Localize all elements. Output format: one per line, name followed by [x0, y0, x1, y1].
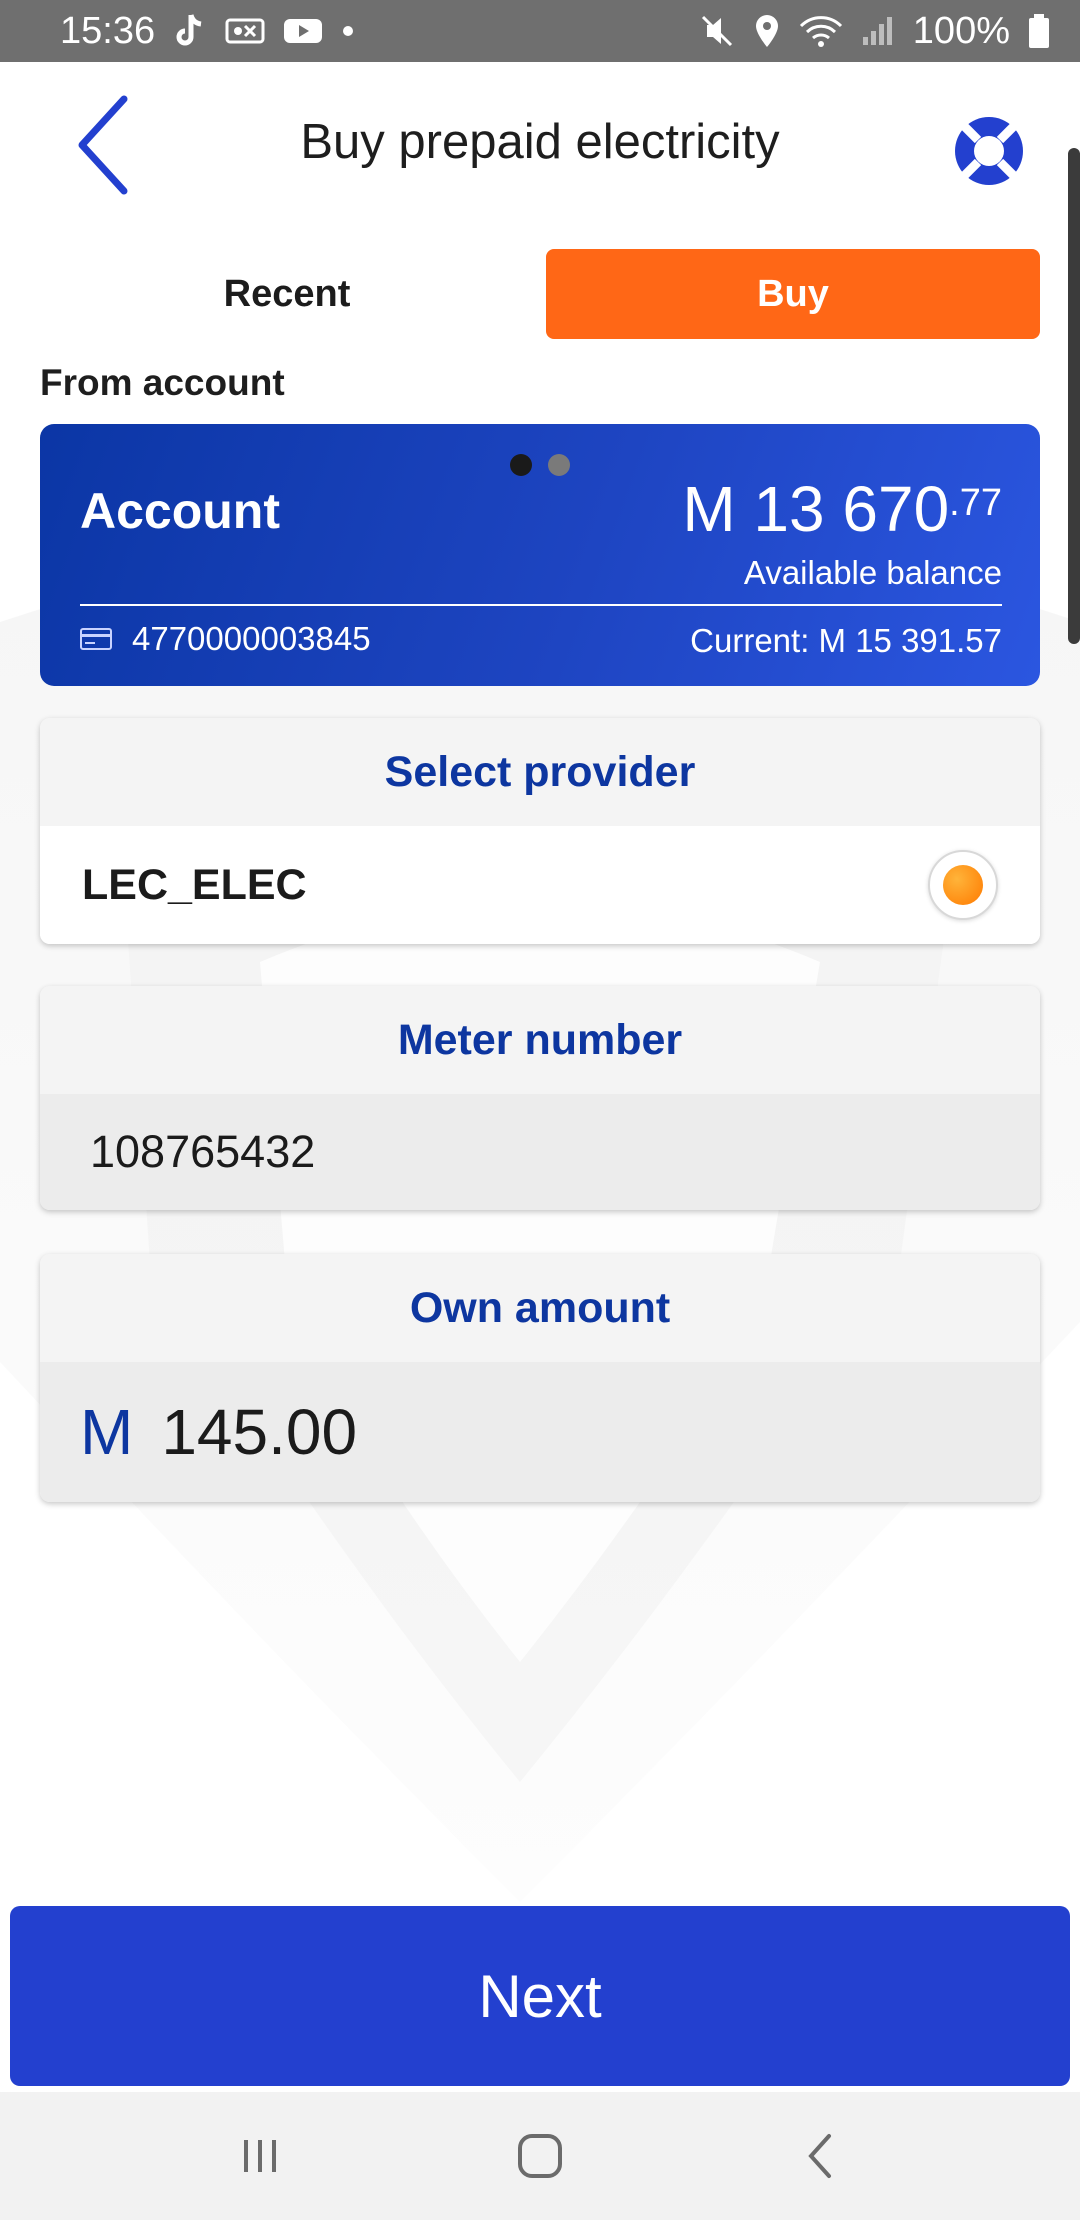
account-divider: [80, 604, 1002, 606]
provider-radio[interactable]: [928, 850, 998, 920]
provider-panel: Select provider LEC_ELEC: [40, 718, 1040, 944]
status-bar: 15:36 100%: [0, 0, 1080, 62]
radio-selected-dot: [943, 865, 983, 905]
signal-icon: [861, 15, 895, 47]
chevron-left-icon: [78, 95, 128, 195]
account-name: Account: [80, 483, 280, 539]
back-icon: [808, 2134, 831, 2178]
provider-option[interactable]: LEC_ELEC: [40, 826, 1040, 944]
meter-heading: Meter number: [40, 986, 1040, 1094]
card-icon: [80, 628, 112, 650]
pager-dot-active[interactable]: [510, 454, 532, 476]
recents-button[interactable]: [200, 2106, 320, 2206]
mute-icon: [699, 13, 735, 49]
youtube-icon: [283, 16, 323, 46]
account-number: 4770000003845: [132, 620, 371, 657]
app-header: Buy prepaid electricity: [0, 62, 1080, 232]
home-button[interactable]: [480, 2106, 600, 2206]
system-back-button[interactable]: [760, 2106, 880, 2206]
back-button[interactable]: [62, 90, 142, 200]
help-button[interactable]: [950, 112, 1028, 190]
page-title: Buy prepaid electricity: [300, 115, 780, 169]
battery-icon: [1028, 13, 1050, 49]
amount-input[interactable]: [161, 1395, 1000, 1469]
status-time: 15:36: [60, 9, 156, 52]
balance-main: M 13 670: [682, 473, 950, 545]
recents-icon: [244, 2140, 276, 2172]
tab-bar: Recent Buy: [40, 249, 1040, 339]
tiktok-icon: [173, 13, 207, 49]
account-number-row: 4770000003845: [80, 620, 371, 658]
available-balance-amount: M 13 670.77: [682, 472, 1002, 546]
lifebuoy-icon: [955, 117, 1023, 185]
account-card[interactable]: Account M 13 670.77 Available balance 47…: [40, 424, 1040, 686]
available-balance-caption: Available balance: [743, 554, 1002, 591]
screen-content: Buy prepaid electricity Recent Buy From …: [0, 62, 1080, 2092]
amount-panel: Own amount M: [40, 1254, 1040, 1502]
meter-field-row: [40, 1094, 1040, 1210]
meter-panel: Meter number: [40, 986, 1040, 1210]
tab-recent[interactable]: Recent: [40, 249, 534, 339]
dot-icon: [341, 24, 355, 38]
provider-heading: Select provider: [40, 718, 1040, 826]
location-icon: [753, 13, 781, 49]
meter-number-input[interactable]: [90, 1126, 990, 1178]
status-bar-right: 100%: [699, 10, 1050, 53]
amount-field-row: M: [40, 1362, 1040, 1502]
voicemail-icon: [225, 16, 265, 46]
battery-percent: 100%: [912, 9, 1010, 52]
status-bar-left: 15:36: [60, 10, 355, 53]
provider-name: LEC_ELEC: [82, 860, 307, 909]
currency-symbol: M: [80, 1396, 134, 1468]
from-account-label: From account: [40, 362, 285, 403]
amount-heading: Own amount: [40, 1254, 1040, 1362]
next-button[interactable]: Next: [10, 1906, 1070, 2086]
home-icon: [518, 2134, 562, 2178]
navigation-bar: [0, 2092, 1080, 2220]
wifi-icon: [799, 14, 843, 48]
balance-cents: .77: [949, 482, 1002, 524]
scrollbar[interactable]: [1068, 148, 1080, 644]
current-balance: Current: M 15 391.57: [690, 622, 1002, 659]
pager-dot[interactable]: [548, 454, 570, 476]
tab-buy[interactable]: Buy: [546, 249, 1040, 339]
